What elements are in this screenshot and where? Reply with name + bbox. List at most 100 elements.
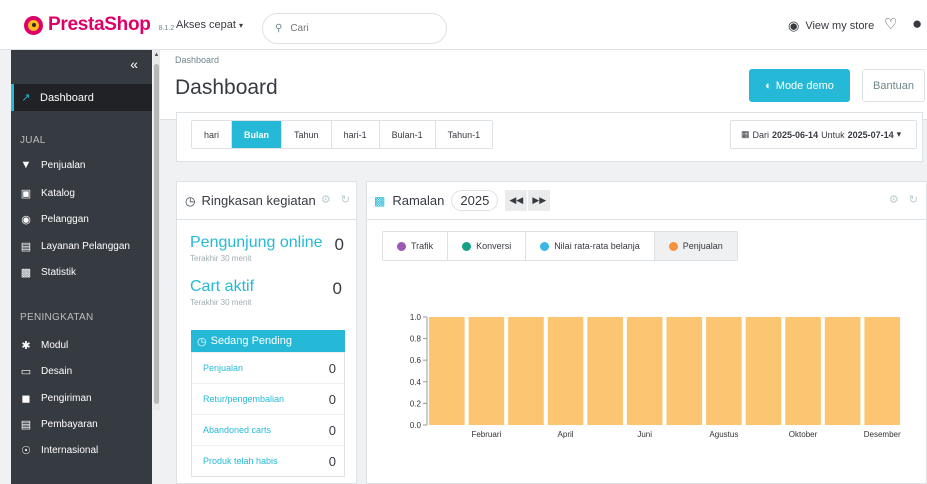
settings-gear-icon[interactable]: ⚙: [321, 193, 331, 206]
forecast-tabs: Trafik Konversi Nilai rata-rata belanja …: [382, 231, 738, 261]
sales-bar: [547, 317, 584, 425]
y-tick-label: 0.6: [410, 356, 422, 365]
sidebar-item-dashboard[interactable]: ↗ Dashboard: [11, 84, 152, 111]
sidebar-item-pembayaran[interactable]: ▤ Pembayaran: [20, 418, 98, 431]
active-carts-label: Cart aktif: [190, 278, 255, 295]
prestashop-logo[interactable]: PrestaShop 8.1.2: [24, 14, 174, 36]
pending-value: 0: [328, 391, 336, 407]
sidebar-item-desain[interactable]: ▭ Desain: [20, 365, 72, 378]
help-button[interactable]: Bantuan: [862, 69, 925, 102]
sales-bar: [468, 317, 505, 425]
pending-label: Abandoned carts: [203, 425, 272, 435]
sales-bar: [508, 317, 544, 425]
y-tick-label: 0.8: [410, 335, 422, 344]
quick-access-dropdown[interactable]: Akses cepat ▾: [176, 19, 243, 31]
scroll-up-icon[interactable]: ▲: [153, 52, 160, 58]
sidebar-section-peningkatan: PENINGKATAN: [20, 312, 94, 323]
sidebar-item-pelanggan[interactable]: ◉ Pelanggan: [20, 213, 89, 226]
x-tick-label: Desember: [864, 430, 901, 439]
eye-icon: ◉: [788, 18, 800, 33]
refresh-icon[interactable]: ↻: [909, 193, 918, 206]
online-visitors-sub: Terakhir 30 menit: [190, 254, 252, 263]
x-tick-label: Oktober: [789, 430, 818, 439]
view-store-link[interactable]: ◉ View my store: [788, 18, 874, 34]
prestashop-logo-icon: [24, 15, 43, 35]
activity-panel-title: Ringkasan kegiatan: [201, 193, 316, 208]
period-year-button[interactable]: Tahun: [282, 121, 332, 148]
notification-bell-icon[interactable]: ♡: [884, 15, 897, 33]
active-carts-sub: Terakhir 30 menit: [190, 298, 252, 307]
period-prev-year-button[interactable]: Tahun-1: [435, 121, 493, 148]
refresh-icon[interactable]: ↻: [341, 193, 350, 206]
period-month-button[interactable]: Bulan: [232, 121, 283, 148]
active-carts-stat[interactable]: Cart aktif Terakhir 30 menit: [190, 278, 254, 307]
sidebar-scrollbar[interactable]: ▲: [153, 50, 160, 410]
list-item[interactable]: Abandoned carts 0: [192, 414, 344, 445]
clock-icon: ◷: [197, 335, 207, 348]
y-tick-label: 1.0: [410, 313, 422, 322]
list-item[interactable]: Produk telah habis 0: [192, 445, 344, 476]
date-range-picker[interactable]: ▦ Dari 2025-06-14 Untuk 2025-07-14 ▾: [730, 120, 917, 149]
globe-icon: ☉: [21, 445, 31, 457]
tab-nilai-rata-rata[interactable]: Nilai rata-rata belanja: [526, 232, 655, 260]
online-visitors-value: 0: [334, 235, 344, 254]
online-visitors-label: Pengunjung online: [190, 234, 323, 251]
sidebar-item-statistik[interactable]: ▩ Statistik: [20, 266, 76, 279]
demo-mode-button[interactable]: ◐ Mode demo: [749, 69, 850, 102]
sales-bar: [626, 317, 663, 425]
tab-konversi[interactable]: Konversi: [448, 232, 527, 260]
sidebar-item-pengiriman[interactable]: ◼ Pengiriman: [20, 392, 91, 405]
account-circle-icon: ◉: [21, 214, 31, 226]
pending-label: Penjualan: [203, 363, 244, 373]
desktop-icon: ▭: [20, 366, 32, 378]
user-account-icon[interactable]: ●: [912, 14, 922, 34]
sidebar: « ↗ Dashboard JUAL ▼ Penjualan ▣ Katalog…: [11, 50, 152, 484]
activity-panel-header: ◷ Ringkasan kegiatan ⚙ ↻: [177, 182, 356, 220]
date-to-label: Untuk: [821, 129, 845, 140]
sidebar-item-penjualan[interactable]: ▼ Penjualan: [20, 159, 86, 171]
sidebar-item-katalog[interactable]: ▣ Katalog: [20, 187, 75, 200]
bar-chart-icon: ▩: [374, 193, 386, 208]
store-icon: ▣: [20, 188, 32, 200]
sidebar-item-modul[interactable]: ✱ Modul: [20, 339, 68, 352]
settings-gear-icon[interactable]: ⚙: [889, 193, 899, 206]
period-day-button[interactable]: hari: [192, 121, 233, 148]
trafik-color-dot: [397, 241, 406, 251]
x-tick-label: Agustus: [709, 430, 738, 439]
shopping-basket-icon: ▼: [20, 159, 32, 171]
toggle-icon: ◐: [765, 79, 772, 92]
puzzle-icon: ✱: [21, 340, 31, 352]
pending-value: 0: [328, 453, 336, 469]
sidebar-item-layanan-pelanggan[interactable]: ▤ Layanan Pelanggan: [20, 240, 130, 253]
sales-bar: [824, 317, 861, 425]
next-year-icon[interactable]: ▶▶: [528, 190, 551, 211]
sidebar-item-label: Desain: [41, 366, 73, 377]
search-box[interactable]: ⚲: [262, 13, 447, 44]
search-input[interactable]: [290, 23, 411, 34]
sidebar-item-label: Pelanggan: [41, 214, 89, 225]
collapse-sidebar-icon[interactable]: «: [130, 56, 138, 72]
period-prev-month-button[interactable]: Bulan-1: [379, 121, 436, 148]
tab-label: Nilai rata-rata belanja: [554, 241, 640, 251]
period-toolbar: hari Bulan Tahun hari-1 Bulan-1 Tahun-1 …: [176, 112, 923, 162]
sidebar-item-label: Internasional: [41, 445, 99, 456]
tab-penjualan[interactable]: Penjualan: [654, 232, 737, 260]
forecast-year: 2025: [451, 190, 499, 211]
sales-forecast-chart: 0.0 0.2 0.4 0.6 0.8 1.0 Februari April Juni Agust…: [410, 313, 901, 439]
list-item[interactable]: Retur/pengembalian 0: [192, 383, 344, 414]
quick-access-label: Akses cepat: [176, 19, 236, 31]
scrollbar-thumb[interactable]: [154, 64, 159, 404]
breadcrumb[interactable]: Dashboard: [175, 55, 219, 65]
forecast-panel: ▩ Ramalan 2025 ◀◀ ▶▶ ⚙ ↻ Trafik Konversi…: [366, 181, 927, 484]
pending-value: 0: [328, 360, 336, 376]
sidebar-item-internasional[interactable]: ☉ Internasional: [20, 444, 98, 457]
x-tick-label: April: [558, 430, 574, 439]
period-prev-day-button[interactable]: hari-1: [331, 121, 380, 148]
tab-trafik[interactable]: Trafik: [383, 232, 449, 260]
search-icon: ⚲: [275, 23, 283, 34]
view-store-label: View my store: [805, 20, 875, 32]
list-item[interactable]: Penjualan 0: [192, 352, 344, 383]
sidebar-item-label: Penjualan: [41, 159, 86, 171]
online-visitors-stat[interactable]: Pengunjung online Terakhir 30 menit: [190, 234, 323, 263]
previous-year-icon[interactable]: ◀◀: [505, 190, 528, 211]
